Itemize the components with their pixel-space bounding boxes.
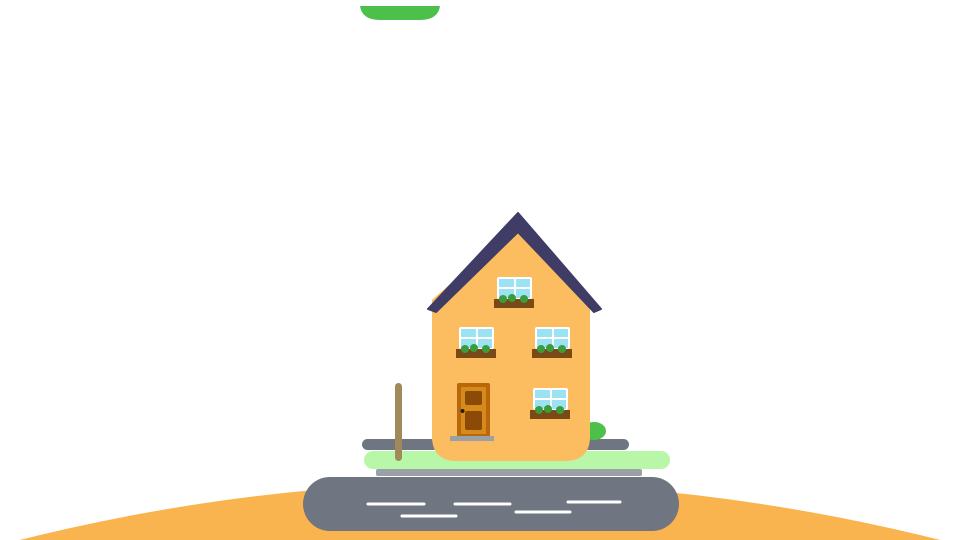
planter-leaves — [461, 344, 490, 353]
curb — [376, 469, 642, 476]
window-middle-left — [456, 327, 496, 358]
top-green-pill — [360, 6, 440, 20]
house — [427, 212, 602, 461]
window-middle-right — [532, 327, 572, 358]
door-panel-bottom — [465, 411, 482, 430]
neighborhood-scene — [19, 6, 941, 540]
wooden-post — [395, 383, 402, 461]
planter-leaves — [537, 344, 566, 353]
door-knob — [460, 409, 465, 413]
planter-leaves — [499, 294, 528, 303]
door-step — [450, 436, 494, 441]
door-panel-top — [465, 391, 482, 405]
window-lower-right — [530, 388, 570, 419]
window-attic — [494, 277, 534, 308]
planter-leaves — [535, 405, 564, 414]
